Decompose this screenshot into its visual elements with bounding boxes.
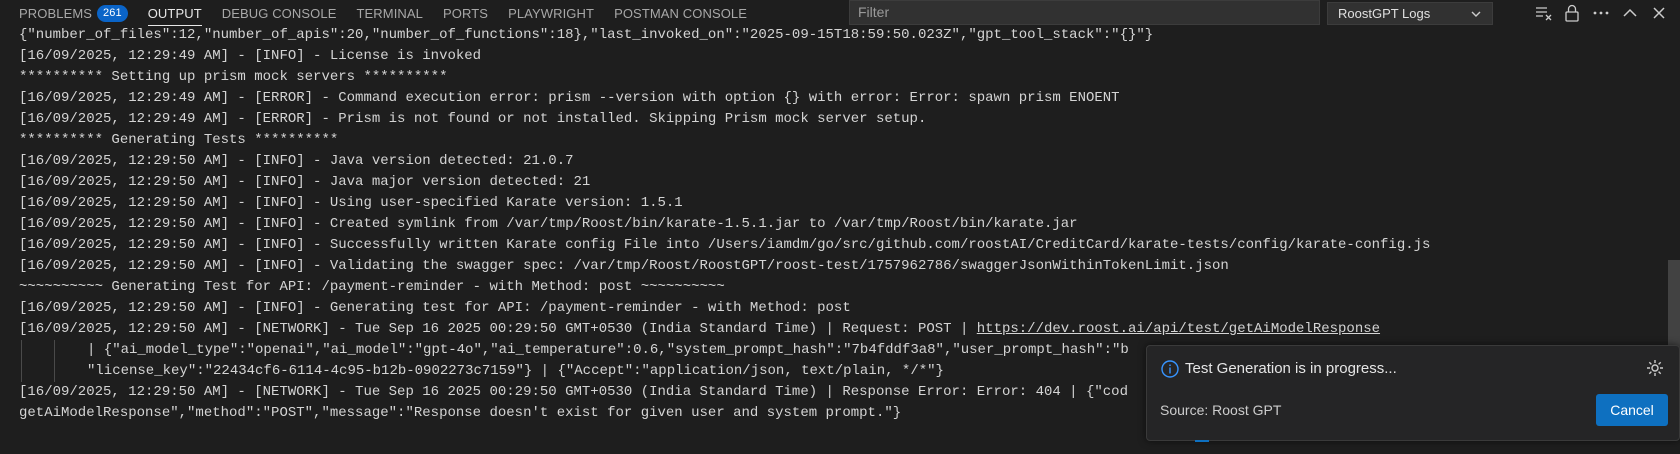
network-request-prefix: [16/09/2025, 12:29:50 AM] - [NETWORK] - … (19, 321, 977, 337)
log-line: [16/09/2025, 12:29:49 AM] - [ERROR] - Pr… (19, 111, 927, 127)
tab-debug-console-label: DEBUG CONSOLE (221, 6, 337, 21)
indent-guide (54, 340, 55, 382)
tab-postman-console-label: POSTMAN CONSOLE (614, 6, 748, 21)
panel-header: PROBLEMS 261 OUTPUT DEBUG CONSOLE TERMIN… (0, 0, 1680, 27)
log-line: [16/09/2025, 12:29:49 AM] - [INFO] - Lic… (19, 48, 482, 64)
output-channel-select[interactable]: RoostGPT Logs (1327, 2, 1493, 25)
log-line: [16/09/2025, 12:29:50 AM] - [INFO] - Usi… (19, 195, 683, 211)
tab-playwright[interactable]: PLAYWRIGHT (498, 0, 604, 27)
log-line: ********** Setting up prism mock servers… (19, 69, 448, 85)
panel-tabs: PROBLEMS 261 OUTPUT DEBUG CONSOLE TERMIN… (9, 0, 757, 27)
chevron-up-icon[interactable] (1620, 3, 1640, 23)
log-line: ~~~~~~~~~~ Generating Test for API: /pay… (19, 279, 725, 295)
tab-output[interactable]: OUTPUT (138, 0, 212, 27)
toast-source: Source: Roost GPT (1160, 402, 1282, 418)
network-request-continuation: "license_key":"22434cf6-6114-4c95-b12b-0… (87, 363, 944, 379)
log-line: [16/09/2025, 12:29:50 AM] - [INFO] - Suc… (19, 237, 1431, 253)
cancel-button[interactable]: Cancel (1596, 394, 1668, 426)
tab-problems-label: PROBLEMS (19, 6, 93, 21)
log-line: [16/09/2025, 12:29:50 AM] - [INFO] - Val… (19, 258, 1229, 274)
more-actions-icon[interactable] (1591, 3, 1611, 23)
log-line: [16/09/2025, 12:29:49 AM] - [ERROR] - Co… (19, 90, 1120, 106)
tab-terminal-label: TERMINAL (356, 6, 423, 21)
log-line: [16/09/2025, 12:29:50 AM] - [INFO] - Jav… (19, 153, 574, 169)
clear-output-icon[interactable] (1534, 3, 1554, 23)
lock-icon[interactable] (1562, 3, 1582, 23)
network-error-line: getAiModelResponse","method":"POST","mes… (19, 405, 902, 421)
tab-terminal[interactable]: TERMINAL (346, 0, 433, 27)
tab-ports-label: PORTS (443, 6, 489, 21)
problems-count-badge: 261 (97, 5, 128, 22)
log-line: ********** Generating Tests ********** (19, 132, 339, 148)
tab-problems[interactable]: PROBLEMS 261 (9, 0, 138, 27)
gear-icon[interactable] (1645, 358, 1665, 378)
log-line: [16/09/2025, 12:29:50 AM] - [INFO] - Gen… (19, 300, 851, 316)
tab-postman-console[interactable]: POSTMAN CONSOLE (604, 0, 757, 27)
indent-guide (21, 340, 22, 382)
tab-output-label: OUTPUT (147, 6, 202, 21)
output-channel-value: RoostGPT Logs (1338, 6, 1431, 21)
log-line: [16/09/2025, 12:29:50 AM] - [INFO] - Cre… (19, 216, 1078, 232)
filter-placeholder: Filter (858, 4, 890, 20)
tab-debug-console[interactable]: DEBUG CONSOLE (212, 0, 347, 27)
info-icon (1161, 360, 1179, 378)
log-line: {"number_of_files":12,"number_of_apis":2… (19, 27, 1154, 43)
notification-toast: Test Generation is in progress... Source… (1146, 345, 1680, 442)
tab-ports[interactable]: PORTS (433, 0, 498, 27)
close-icon[interactable] (1649, 3, 1669, 23)
chevron-down-icon (1471, 11, 1481, 17)
network-request-continuation: | {"ai_model_type":"openai","ai_model":"… (87, 342, 1129, 358)
toast-message: Test Generation is in progress... (1185, 360, 1397, 377)
network-error-line: [16/09/2025, 12:29:50 AM] - [NETWORK] - … (19, 384, 1128, 400)
network-request-line: [16/09/2025, 12:29:50 AM] - [NETWORK] - … (19, 319, 1380, 340)
log-line: [16/09/2025, 12:29:50 AM] - [INFO] - Jav… (19, 174, 591, 190)
request-url-link[interactable]: https://dev.roost.ai/api/test/getAiModel… (977, 321, 1380, 337)
filter-input[interactable]: Filter (849, 0, 1320, 25)
tab-playwright-label: PLAYWRIGHT (508, 6, 595, 21)
progress-indicator (1195, 440, 1209, 442)
